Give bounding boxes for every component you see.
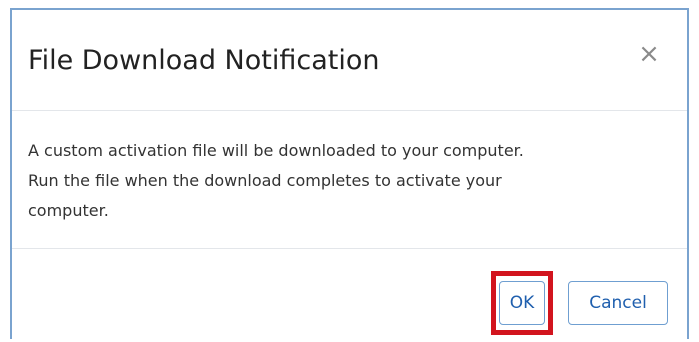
dialog-header: File Download Notification ×: [12, 10, 687, 111]
dialog-title: File Download Notification: [28, 45, 380, 76]
close-icon[interactable]: ×: [637, 40, 661, 68]
body-line-3: computer.: [28, 201, 109, 220]
body-line-2: Run the file when the download completes…: [28, 171, 502, 190]
dialog-body: A custom activation file will be downloa…: [28, 136, 663, 226]
cancel-button[interactable]: Cancel: [568, 281, 668, 325]
body-line-1: A custom activation file will be downloa…: [28, 141, 524, 160]
dialog-footer: OK Cancel: [12, 248, 687, 342]
file-download-dialog: File Download Notification × A custom ac…: [10, 8, 689, 339]
ok-button[interactable]: OK: [499, 281, 545, 325]
